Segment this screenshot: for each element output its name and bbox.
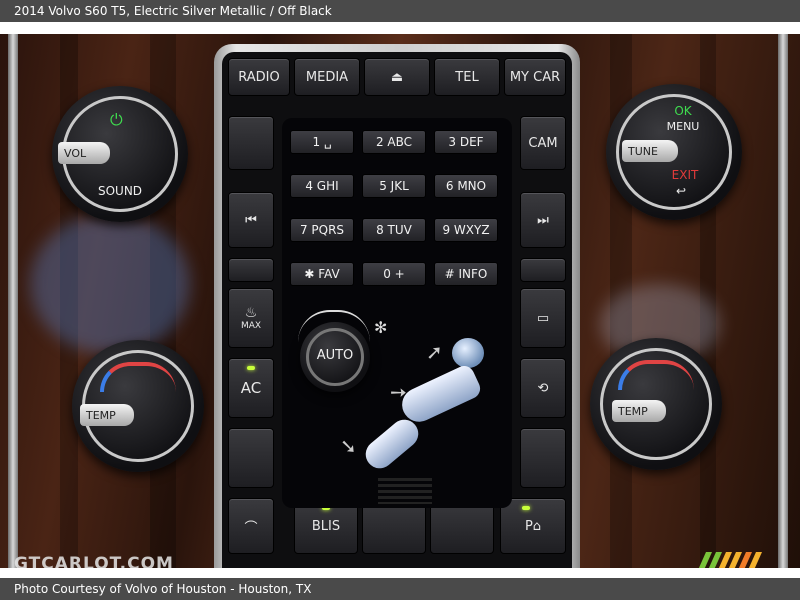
radio-button[interactable]: RADIO [228, 58, 290, 96]
caption-bar: 2014 Volvo S60 T5, Electric Silver Metal… [0, 0, 800, 22]
temp-tab-right: TEMP [612, 400, 666, 422]
temp-tab-left: TEMP [80, 404, 134, 426]
key-0[interactable]: 0 + [362, 262, 426, 286]
media-button[interactable]: MEDIA [294, 58, 360, 96]
left-blank-button[interactable] [228, 116, 274, 170]
left-lower-button[interactable] [228, 428, 274, 488]
key-7[interactable]: 7 PQRS [290, 218, 354, 242]
car-recirc-icon: ⟲ [537, 380, 549, 396]
max-defrost-button[interactable]: ♨ MAX [228, 288, 274, 348]
ok-label: OK [674, 104, 692, 118]
left-strip-button[interactable] [228, 258, 274, 282]
right-lower-button[interactable] [520, 428, 566, 488]
menu-label: MENU [666, 120, 700, 133]
tune-knob[interactable]: OK MENU TUNE EXIT ↩ [606, 84, 742, 220]
auto-label: AUTO [316, 348, 354, 363]
prev-icon: ⏮ [245, 212, 257, 228]
rear-defrost-button[interactable]: ▭ [520, 288, 566, 348]
airflow-feet-button[interactable] [360, 413, 424, 475]
site-watermark: GTCARLOT.COM [14, 554, 174, 568]
volume-knob[interactable]: ⏻ VOL SOUND [52, 86, 188, 222]
eject-icon: ⏏ [390, 69, 404, 85]
center-console: RADIO MEDIA ⏏ TEL MY CAR CAM ⏮ ⏭ ♨ MAX A… [214, 44, 580, 568]
right-temp-knob[interactable]: TEMP [590, 338, 722, 470]
credit-text: Photo Courtesy of Volvo of Houston - Hou… [14, 582, 312, 596]
next-icon: ⏭ [537, 212, 549, 228]
arrow-up-icon: ➚ [426, 340, 443, 364]
tel-button[interactable]: TEL [434, 58, 500, 96]
airflow-body-button[interactable] [396, 362, 484, 428]
right-strip-button[interactable] [520, 258, 566, 282]
arrow-down-icon: ➘ [340, 434, 357, 458]
back-arrow-icon: ↩ [676, 184, 687, 198]
seat-icon: ⌒ [244, 520, 258, 536]
credit-bar: Photo Courtesy of Volvo of Houston - Hou… [0, 578, 800, 600]
airflow-head-button[interactable] [452, 338, 484, 368]
tune-tab: TUNE [622, 140, 678, 162]
left-temp-knob[interactable]: TEMP [72, 340, 204, 472]
key-6[interactable]: 6 MNO [434, 174, 498, 198]
arrow-right-icon: ➙ [390, 380, 407, 404]
key-1[interactable]: 1 ␣ [290, 130, 354, 154]
power-icon: ⏻ [110, 110, 123, 129]
recirculation-button[interactable]: ⟲ [520, 358, 566, 418]
key-5[interactable]: 5 JKL [362, 174, 426, 198]
ac-indicator [247, 366, 255, 370]
key-3[interactable]: 3 DEF [434, 130, 498, 154]
console-photo: ⏻ VOL SOUND OK MENU TUNE EXIT ↩ TEMP TEM… [0, 34, 800, 568]
key-hash-info[interactable]: # INFO [434, 262, 498, 286]
key-4[interactable]: 4 GHI [290, 174, 354, 198]
defrost-icon: ♨ [244, 305, 258, 321]
speaker-grille [378, 478, 432, 504]
park-assist-button[interactable]: P⌂ [500, 498, 566, 554]
prev-track-button[interactable]: ⏮ [228, 192, 274, 248]
seat-heat-button[interactable]: ⌒ [228, 498, 274, 554]
key-2[interactable]: 2 ABC [362, 130, 426, 154]
mycar-button[interactable]: MY CAR [504, 58, 566, 96]
key-8[interactable]: 8 TUV [362, 218, 426, 242]
sound-label: SOUND [97, 184, 143, 198]
park-icon: P⌂ [524, 518, 542, 534]
key-9[interactable]: 9 WXYZ [434, 218, 498, 242]
site-logo [698, 552, 762, 568]
next-track-button[interactable]: ⏭ [520, 192, 566, 248]
eject-button[interactable]: ⏏ [364, 58, 430, 96]
park-indicator [522, 506, 530, 510]
caption-text: 2014 Volvo S60 T5, Electric Silver Metal… [14, 4, 332, 18]
auto-knob[interactable]: AUTO [300, 322, 370, 392]
fan-icon: ✻ [374, 318, 388, 337]
volume-tab: VOL [58, 142, 110, 164]
rear-defrost-icon: ▭ [536, 310, 550, 326]
exit-label: EXIT [671, 168, 699, 182]
keypad: 1 ␣ 2 ABC 3 DEF 4 GHI 5 JKL 6 MNO 7 PQRS… [282, 118, 512, 508]
cam-button[interactable]: CAM [520, 116, 566, 170]
key-star-fav[interactable]: ✱ FAV [290, 262, 354, 286]
